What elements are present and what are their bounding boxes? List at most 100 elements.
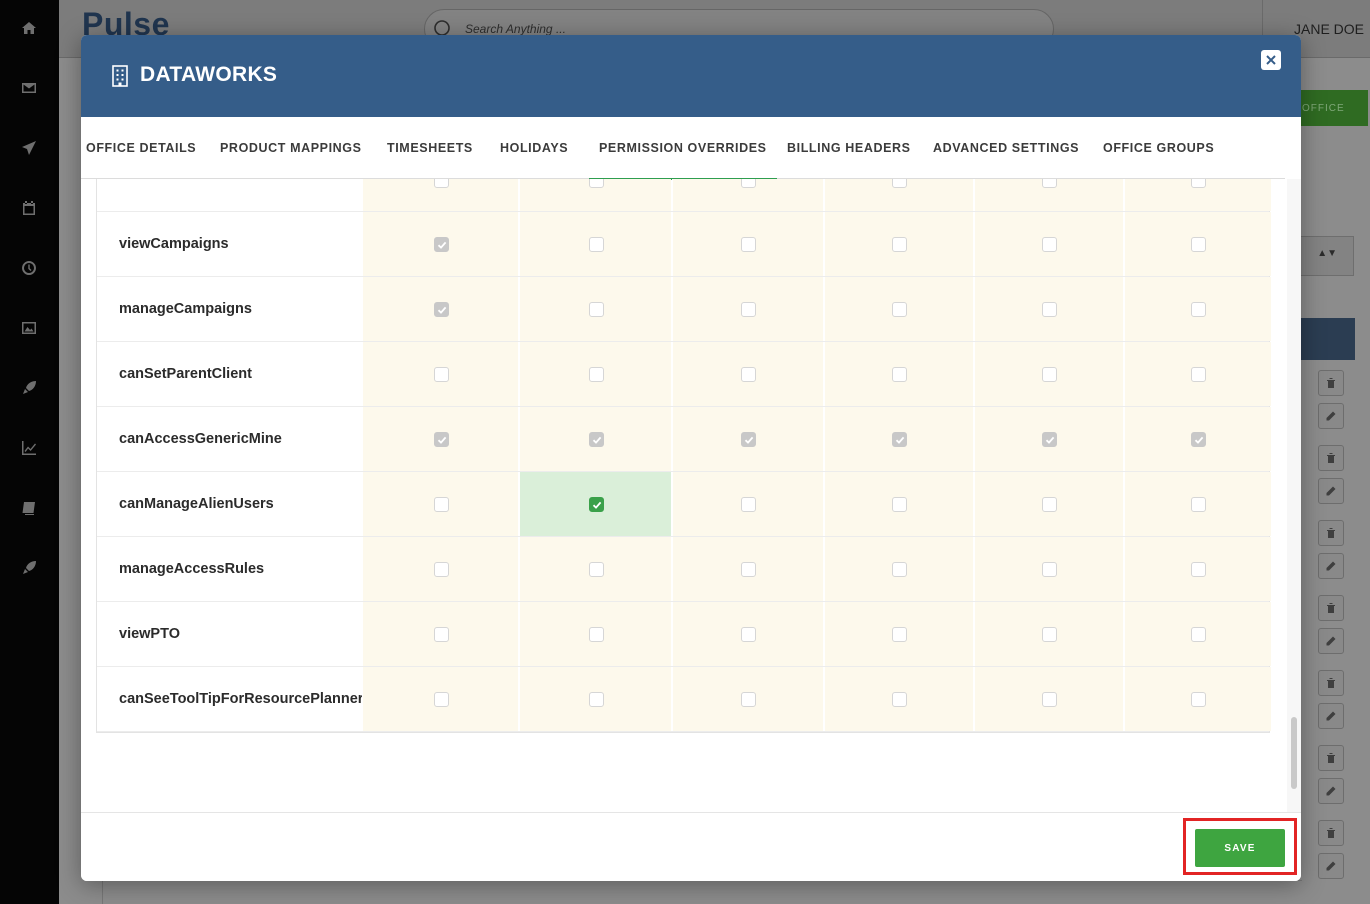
permission-cell bbox=[974, 179, 1123, 211]
permission-cell bbox=[824, 537, 973, 601]
clock-icon[interactable] bbox=[19, 258, 39, 278]
rocket-icon[interactable] bbox=[19, 378, 39, 398]
close-button[interactable] bbox=[1261, 50, 1281, 70]
permission-checkbox[interactable] bbox=[588, 497, 604, 512]
permission-checkbox[interactable] bbox=[1042, 692, 1057, 707]
tab-office-groups[interactable]: OFFICE GROUPS bbox=[1103, 117, 1214, 179]
permission-checkbox[interactable] bbox=[892, 302, 907, 317]
permission-checkbox[interactable] bbox=[1042, 432, 1057, 447]
permission-checkbox[interactable] bbox=[1042, 179, 1057, 188]
permission-checkbox[interactable] bbox=[1191, 237, 1206, 252]
edit-icon[interactable] bbox=[1318, 553, 1344, 579]
trash-icon[interactable] bbox=[1318, 370, 1344, 396]
permission-checkbox[interactable] bbox=[1042, 627, 1057, 642]
edit-icon[interactable] bbox=[1318, 403, 1344, 429]
page-size-select[interactable]: ▲▼ bbox=[1300, 236, 1354, 276]
tab-timesheets[interactable]: TIMESHEETS bbox=[387, 117, 473, 179]
permission-checkbox[interactable] bbox=[1042, 367, 1057, 382]
edit-icon[interactable] bbox=[1318, 703, 1344, 729]
permission-checkbox[interactable] bbox=[1191, 562, 1206, 577]
permission-checkbox[interactable] bbox=[433, 237, 449, 252]
permission-checkbox[interactable] bbox=[1191, 367, 1206, 382]
book-icon[interactable] bbox=[19, 498, 39, 518]
permission-checkbox[interactable] bbox=[741, 692, 756, 707]
permission-checkbox[interactable] bbox=[433, 432, 449, 447]
launch-icon[interactable] bbox=[19, 558, 39, 578]
permission-checkbox[interactable] bbox=[741, 562, 756, 577]
permission-name: canSetWatermarkGroup bbox=[119, 179, 284, 205]
permission-checkbox[interactable] bbox=[588, 692, 604, 707]
permission-checkbox[interactable] bbox=[741, 302, 756, 317]
calendar-icon[interactable] bbox=[19, 198, 39, 218]
trash-icon[interactable] bbox=[1318, 445, 1344, 471]
send-icon[interactable] bbox=[19, 138, 39, 158]
save-button[interactable]: SAVE bbox=[1195, 829, 1285, 867]
trash-icon[interactable] bbox=[1318, 670, 1344, 696]
trash-icon[interactable] bbox=[1318, 820, 1344, 846]
add-office-button[interactable]: OFFICE bbox=[1292, 90, 1368, 126]
edit-icon[interactable] bbox=[1318, 778, 1344, 804]
permission-checkbox[interactable] bbox=[588, 562, 604, 577]
edit-icon[interactable] bbox=[1318, 853, 1344, 879]
permission-cell bbox=[672, 342, 823, 406]
edit-icon[interactable] bbox=[1318, 478, 1344, 504]
permission-checkbox[interactable] bbox=[1191, 627, 1206, 642]
permission-checkbox[interactable] bbox=[433, 367, 449, 382]
permission-cell bbox=[672, 602, 823, 666]
permission-checkbox[interactable] bbox=[1042, 562, 1057, 577]
tab-billing-headers[interactable]: BILLING HEADERS bbox=[787, 117, 911, 179]
permission-cell bbox=[1124, 342, 1271, 406]
content-scrollbar[interactable] bbox=[1287, 179, 1301, 812]
permission-checkbox[interactable] bbox=[892, 692, 907, 707]
image-icon[interactable] bbox=[19, 318, 39, 338]
permission-checkbox[interactable] bbox=[433, 497, 449, 512]
permission-checkbox[interactable] bbox=[433, 692, 449, 707]
permission-checkbox[interactable] bbox=[588, 302, 604, 317]
permission-checkbox[interactable] bbox=[741, 367, 756, 382]
permission-checkbox[interactable] bbox=[433, 562, 449, 577]
permission-checkbox[interactable] bbox=[741, 432, 756, 447]
permission-checkbox[interactable] bbox=[1042, 302, 1057, 317]
permission-checkbox[interactable] bbox=[741, 497, 756, 512]
permission-checkbox[interactable] bbox=[1191, 692, 1206, 707]
permission-checkbox[interactable] bbox=[892, 179, 907, 188]
permission-checkbox[interactable] bbox=[588, 432, 604, 447]
tab-advanced-settings[interactable]: ADVANCED SETTINGS bbox=[933, 117, 1079, 179]
permission-cell bbox=[1124, 212, 1271, 276]
permission-checkbox[interactable] bbox=[1042, 237, 1057, 252]
permission-checkbox[interactable] bbox=[741, 237, 756, 252]
chart-icon[interactable] bbox=[19, 438, 39, 458]
trash-icon[interactable] bbox=[1318, 745, 1344, 771]
permission-checkbox[interactable] bbox=[892, 432, 907, 447]
permission-checkbox[interactable] bbox=[433, 179, 449, 188]
permission-checkbox[interactable] bbox=[1042, 497, 1057, 512]
permission-checkbox[interactable] bbox=[1191, 179, 1206, 188]
permission-checkbox[interactable] bbox=[588, 237, 604, 252]
scrollbar-thumb[interactable] bbox=[1291, 717, 1297, 789]
tab-permission-overrides[interactable]: PERMISSION OVERRIDES bbox=[589, 117, 777, 180]
tab-office-details[interactable]: OFFICE DETAILS bbox=[86, 117, 196, 179]
tab-product-mappings[interactable]: PRODUCT MAPPINGS bbox=[220, 117, 362, 179]
home-icon[interactable] bbox=[19, 18, 39, 38]
permission-checkbox[interactable] bbox=[741, 179, 756, 188]
permission-checkbox[interactable] bbox=[433, 302, 449, 317]
permission-checkbox[interactable] bbox=[588, 627, 604, 642]
permission-checkbox[interactable] bbox=[892, 562, 907, 577]
mail-icon[interactable] bbox=[19, 78, 39, 98]
edit-icon[interactable] bbox=[1318, 628, 1344, 654]
permission-checkbox[interactable] bbox=[741, 627, 756, 642]
permission-cell bbox=[362, 212, 518, 276]
permission-checkbox[interactable] bbox=[588, 367, 604, 382]
permission-checkbox[interactable] bbox=[892, 237, 907, 252]
permission-checkbox[interactable] bbox=[1191, 432, 1206, 447]
permission-checkbox[interactable] bbox=[892, 627, 907, 642]
trash-icon[interactable] bbox=[1318, 595, 1344, 621]
trash-icon[interactable] bbox=[1318, 520, 1344, 546]
permission-checkbox[interactable] bbox=[433, 627, 449, 642]
permission-checkbox[interactable] bbox=[588, 179, 604, 188]
tab-holidays[interactable]: HOLIDAYS bbox=[500, 117, 568, 179]
permission-checkbox[interactable] bbox=[892, 497, 907, 512]
permission-checkbox[interactable] bbox=[892, 367, 907, 382]
permission-checkbox[interactable] bbox=[1191, 302, 1206, 317]
permission-checkbox[interactable] bbox=[1191, 497, 1206, 512]
